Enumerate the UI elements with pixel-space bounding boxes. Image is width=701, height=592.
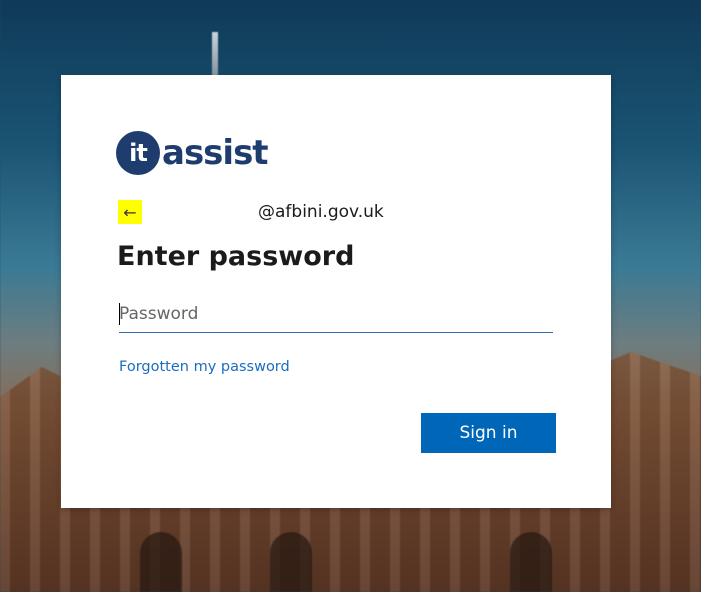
- password-input[interactable]: [119, 297, 553, 333]
- itassist-logo: it assist: [116, 130, 269, 176]
- redacted-username: [148, 205, 258, 219]
- background-arch: [510, 532, 552, 592]
- account-email-domain: @afbini.gov.uk: [258, 202, 384, 222]
- sign-in-button[interactable]: Sign in: [421, 413, 556, 453]
- background-arch: [270, 532, 312, 592]
- text-caret: [119, 303, 120, 325]
- logo-word: assist: [162, 133, 269, 173]
- sign-in-card: it assist ← @afbini.gov.uk Enter passwor…: [61, 75, 611, 508]
- logo-circle: it: [116, 131, 160, 175]
- forgot-password-link[interactable]: Forgotten my password: [119, 359, 290, 375]
- page-title: Enter password: [117, 241, 355, 272]
- back-arrow-icon[interactable]: ←: [118, 200, 142, 224]
- background-arch: [140, 532, 182, 592]
- account-identity: ← @afbini.gov.uk: [118, 200, 384, 224]
